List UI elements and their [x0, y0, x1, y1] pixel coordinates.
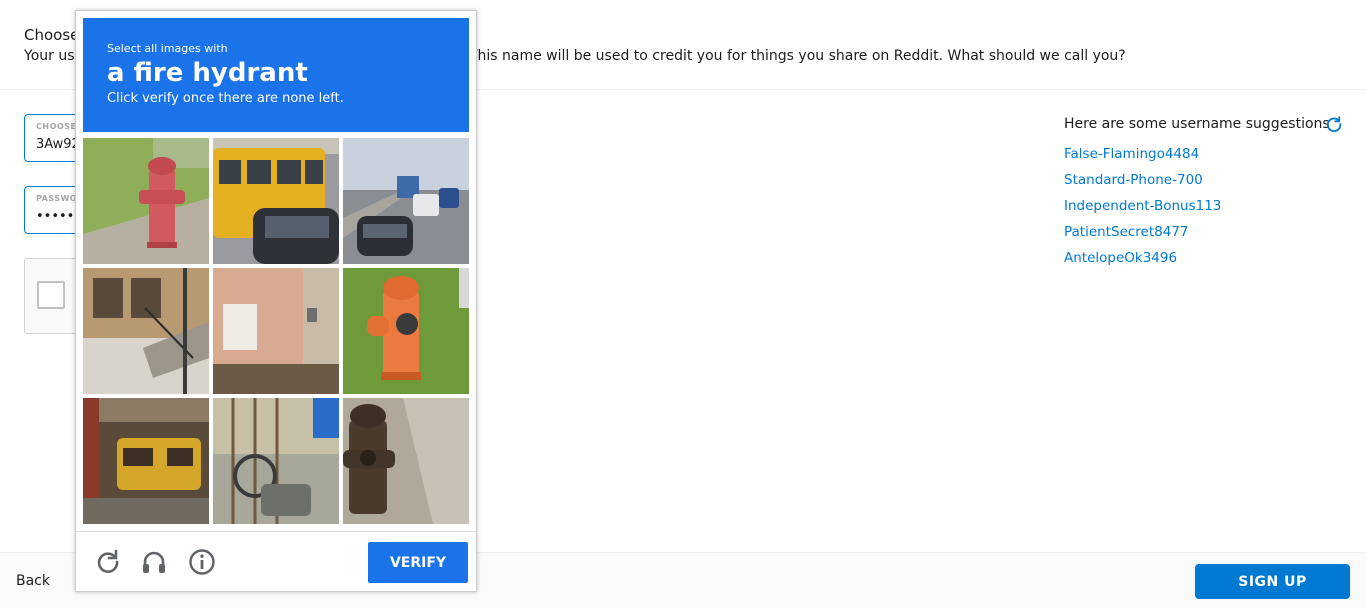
truck-image [83, 398, 209, 524]
captcha-instruction: Select all images with [107, 42, 228, 55]
captcha-header: Select all images with a fire hydrant Cl… [83, 18, 469, 132]
captcha-subtext: Click verify once there are none left. [107, 91, 344, 106]
fire-hydrant-image [343, 268, 469, 394]
captcha-target: a fire hydrant [107, 58, 308, 88]
suggestion-item[interactable]: AntelopeOk3496 [1064, 250, 1177, 266]
suggestions-title: Here are some username suggestions [1064, 116, 1330, 132]
verify-button[interactable]: VERIFY [368, 542, 468, 583]
fire-hydrant-image [343, 398, 469, 524]
username-value: 3Aw92 [36, 137, 80, 152]
fire-hydrant-image [83, 138, 209, 264]
reload-icon[interactable] [94, 548, 122, 576]
info-icon[interactable] [188, 548, 216, 576]
captcha-tile-yellow-bus[interactable] [213, 138, 339, 264]
signup-page: Choose your username Your username is ho… [0, 0, 1366, 607]
captcha-tile-building-wall[interactable] [213, 268, 339, 394]
bus-image [213, 138, 339, 264]
suggestion-item[interactable]: False-Flamingo4484 [1064, 146, 1199, 162]
captcha-footer: VERIFY [76, 531, 476, 592]
refresh-icon[interactable] [1325, 115, 1343, 133]
captcha-tile-highway[interactable] [343, 138, 469, 264]
building-image [83, 268, 209, 394]
captcha-grid [83, 138, 469, 524]
traffic-image [343, 138, 469, 264]
captcha-tile-building-steps[interactable] [83, 268, 209, 394]
bicycle-image [213, 398, 339, 524]
captcha-tile-yellow-truck[interactable] [83, 398, 209, 524]
back-link[interactable]: Back [16, 573, 50, 589]
audio-icon[interactable] [140, 548, 168, 576]
building-wall-image [213, 268, 339, 394]
suggestion-item[interactable]: Standard-Phone-700 [1064, 172, 1203, 188]
captcha-tile-bicycle[interactable] [213, 398, 339, 524]
recaptcha-checkbox[interactable] [37, 281, 65, 309]
captcha-tile-fire-hydrant-orange[interactable] [343, 268, 469, 394]
captcha-tile-fire-hydrant-red[interactable] [83, 138, 209, 264]
captcha-tile-fire-hydrant-rusty[interactable] [343, 398, 469, 524]
suggestion-item[interactable]: PatientSecret8477 [1064, 224, 1189, 240]
captcha-challenge: Select all images with a fire hydrant Cl… [75, 10, 477, 592]
signup-button[interactable]: SIGN UP [1195, 564, 1350, 599]
suggestion-item[interactable]: Independent-Bonus113 [1064, 198, 1221, 214]
